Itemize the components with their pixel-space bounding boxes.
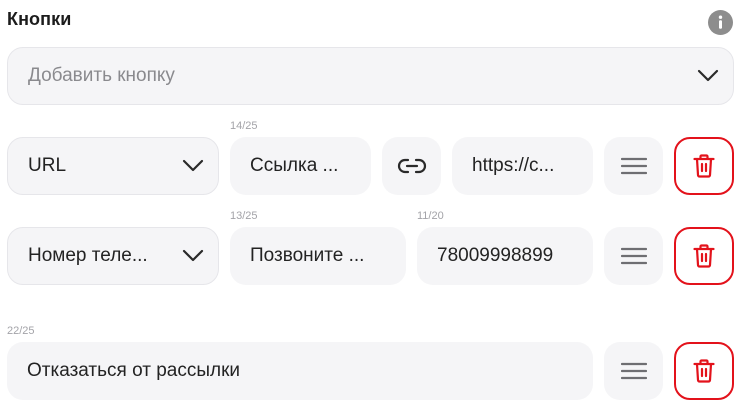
add-button-select[interactable]: Добавить кнопку bbox=[7, 47, 734, 105]
delete-button[interactable] bbox=[674, 227, 734, 285]
button-label-input[interactable]: Ссылка ... bbox=[230, 137, 371, 195]
drag-handle-icon bbox=[620, 157, 647, 175]
chevron-down-icon bbox=[182, 249, 204, 262]
button-label-input[interactable]: Позвоните ... bbox=[230, 227, 406, 285]
label-counter: 14/25 bbox=[230, 120, 258, 132]
drag-handle-icon bbox=[620, 362, 647, 380]
drag-handle[interactable] bbox=[604, 137, 663, 195]
drag-handle[interactable] bbox=[604, 342, 663, 400]
button-type-select[interactable]: URL bbox=[7, 137, 219, 195]
button-label-input[interactable]: Отказаться от рассылки bbox=[7, 342, 593, 400]
delete-button[interactable] bbox=[674, 137, 734, 195]
button-type-select[interactable]: Номер теле... bbox=[7, 227, 219, 285]
button-label-value: Отказаться от рассылки bbox=[27, 360, 241, 381]
link-button[interactable] bbox=[382, 137, 441, 195]
chevron-down-icon bbox=[182, 159, 204, 172]
label-counter: 13/25 bbox=[230, 210, 258, 222]
chevron-down-icon bbox=[697, 69, 719, 82]
button-label-value: Позвоните ... bbox=[250, 245, 365, 266]
drag-handle[interactable] bbox=[604, 227, 663, 285]
url-value: https://c... bbox=[472, 155, 555, 176]
button-label-value: Ссылка ... bbox=[250, 155, 339, 176]
trash-icon bbox=[693, 154, 715, 178]
phone-value: 78009998899 bbox=[437, 245, 554, 266]
link-icon bbox=[397, 158, 426, 174]
phone-counter: 11/20 bbox=[417, 210, 444, 222]
trash-icon bbox=[693, 244, 715, 268]
trash-icon bbox=[693, 359, 715, 383]
section-title: Кнопки bbox=[7, 9, 72, 29]
url-input[interactable]: https://c... bbox=[452, 137, 593, 195]
drag-handle-icon bbox=[620, 247, 647, 265]
phone-input[interactable]: 78009998899 bbox=[417, 227, 593, 285]
label-counter: 22/25 bbox=[7, 325, 35, 337]
info-icon[interactable] bbox=[708, 10, 733, 35]
add-button-placeholder: Добавить кнопку bbox=[28, 65, 175, 86]
delete-button[interactable] bbox=[674, 342, 734, 400]
